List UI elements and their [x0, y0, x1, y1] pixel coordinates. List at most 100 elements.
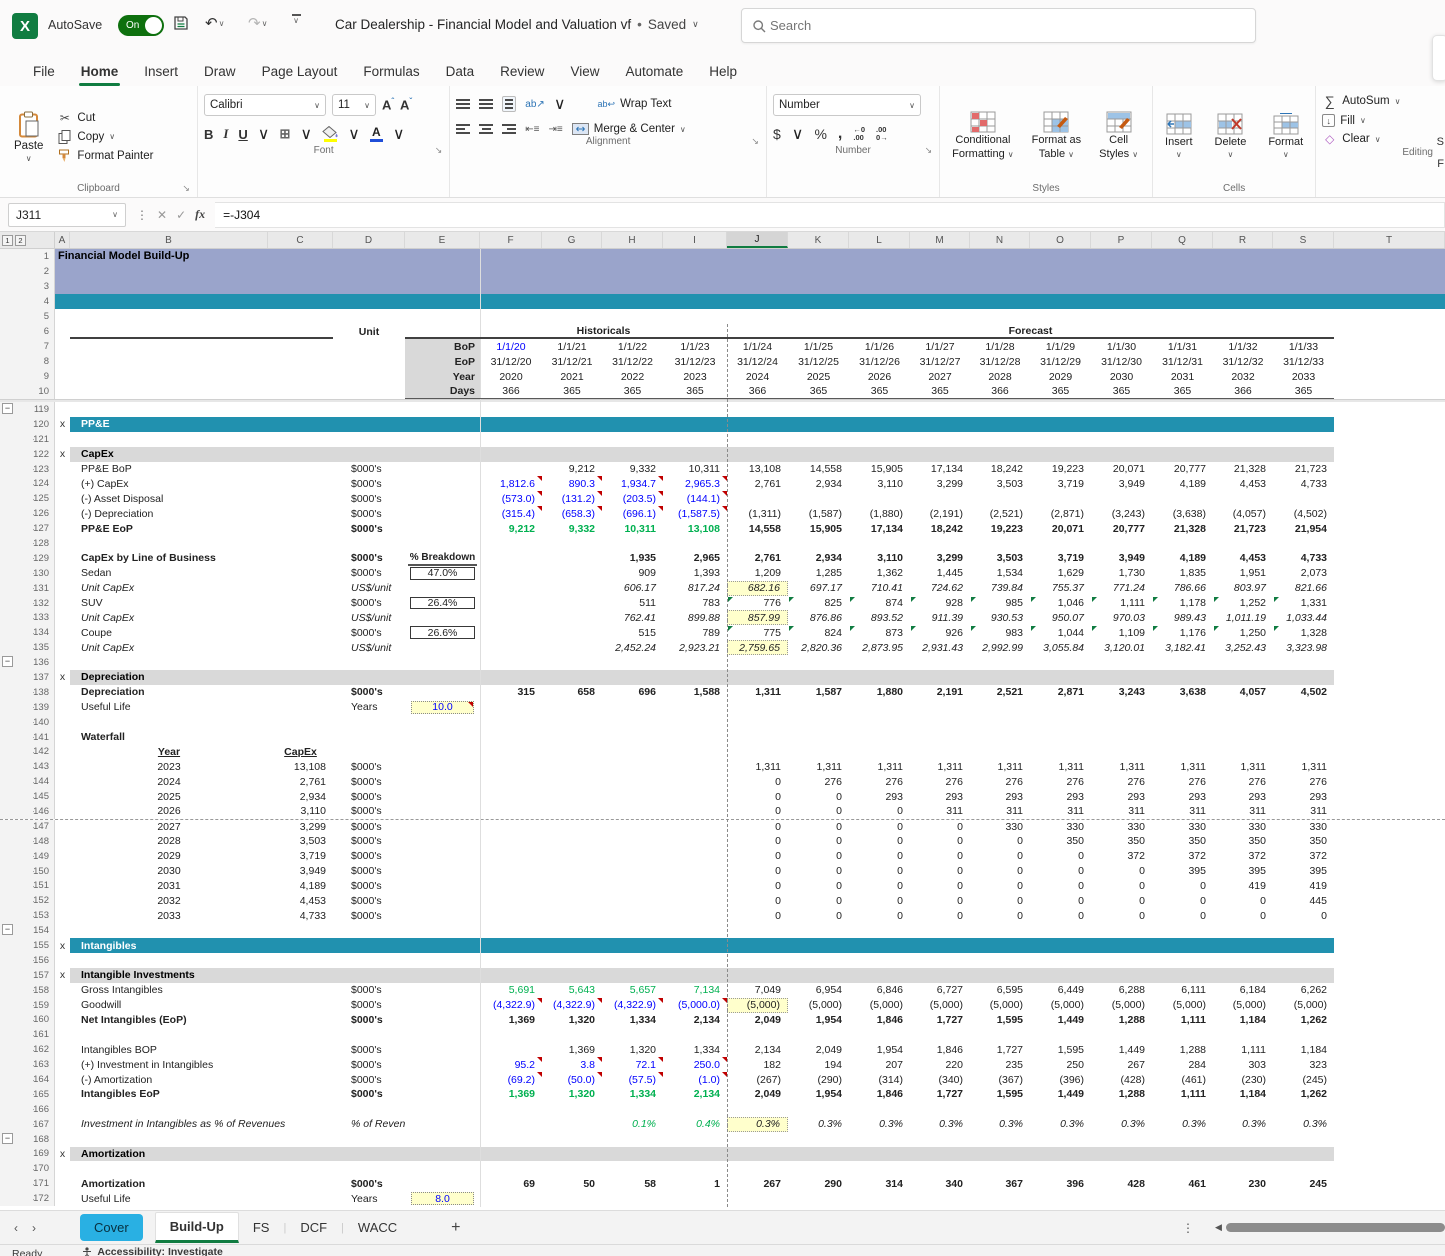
cell-O129[interactable]: 3,719 [1030, 551, 1091, 566]
cell-Q143[interactable]: 1,311 [1152, 759, 1213, 774]
unit-column-header[interactable]: Unit [333, 324, 405, 339]
cell-H129[interactable]: 1,935 [602, 551, 663, 566]
cell-P171[interactable]: 428 [1091, 1176, 1152, 1191]
column-header-J[interactable]: J [727, 232, 788, 248]
row-header-156[interactable]: ·156 [0, 953, 55, 968]
cell-K160[interactable]: 1,954 [788, 1013, 849, 1028]
cell-M130[interactable]: 1,445 [910, 566, 970, 581]
cell-K153[interactable]: 0 [788, 908, 849, 923]
cell-R126[interactable]: (4,057) [1213, 506, 1273, 521]
section-band-120[interactable]: PP&E [70, 417, 1334, 432]
column-header-K[interactable]: K [788, 232, 849, 248]
cell-E129[interactable]: % Breakdown [408, 551, 477, 566]
cell-D131[interactable]: US$/unit [333, 581, 405, 596]
cell-I123[interactable]: 10,311 [663, 462, 727, 477]
format-as-table-button[interactable]: Format as Table ∨ [1026, 111, 1088, 162]
cell-M158[interactable]: 6,727 [910, 983, 970, 998]
row-header-131[interactable]: ·131 [0, 581, 55, 596]
cell-K163[interactable]: 194 [788, 1057, 849, 1072]
cell-I162[interactable]: 1,334 [663, 1042, 727, 1057]
cell-M9[interactable]: 2027 [910, 369, 970, 384]
column-header-H[interactable]: H [602, 232, 663, 248]
comma-format-button[interactable]: , [838, 125, 842, 143]
cell-B143[interactable]: 2023 [70, 759, 268, 774]
column-header-O[interactable]: O [1030, 232, 1091, 248]
section-band-137[interactable]: Depreciation [70, 670, 1334, 685]
cell-J132[interactable]: 776 [727, 596, 788, 611]
row-header-123[interactable]: ·123 [0, 462, 55, 477]
cell-Q148[interactable]: 350 [1152, 834, 1213, 849]
cell-K146[interactable]: 0 [788, 804, 849, 819]
cell-N133[interactable]: 930.53 [970, 610, 1030, 625]
cell-M144[interactable]: 276 [910, 774, 970, 789]
cell-M133[interactable]: 911.39 [910, 610, 970, 625]
cell-O165[interactable]: 1,449 [1030, 1087, 1091, 1102]
cell-D159[interactable]: $000's [333, 998, 405, 1013]
row-header-2[interactable]: 2 [0, 264, 55, 279]
cell-F127[interactable]: 9,212 [480, 521, 542, 536]
cell-K148[interactable]: 0 [788, 834, 849, 849]
column-header-F[interactable]: F [480, 232, 542, 248]
title-band[interactable]: Financial Model Build-Up [55, 249, 1445, 264]
cell-S126[interactable]: (4,502) [1273, 506, 1334, 521]
cell-D165[interactable]: $000's [333, 1087, 405, 1102]
cell-O145[interactable]: 293 [1030, 789, 1091, 804]
tab-file[interactable]: File [20, 57, 68, 86]
cell-C150[interactable]: 3,949 [268, 864, 333, 879]
row-header-147[interactable]: ·147 [0, 820, 55, 834]
row-header-127[interactable]: ·127 [0, 521, 55, 536]
cell-J151[interactable]: 0 [727, 879, 788, 894]
row-header-137[interactable]: 137 [0, 670, 55, 685]
increase-font-size-button[interactable]: Aˆ [382, 97, 394, 112]
cell-F9[interactable]: 2020 [480, 369, 542, 384]
cell-I133[interactable]: 899.88 [663, 610, 727, 625]
cell-K9[interactable]: 2025 [788, 369, 849, 384]
cell-M131[interactable]: 724.62 [910, 581, 970, 596]
row-header-146[interactable]: ·146 [0, 804, 55, 819]
cell-D144[interactable]: $000's [333, 774, 405, 789]
row-header-133[interactable]: ·133 [0, 610, 55, 625]
cell-P159[interactable]: (5,000) [1091, 998, 1152, 1013]
cell-D145[interactable]: $000's [333, 789, 405, 804]
cell-G126[interactable]: (658.3) [542, 506, 602, 521]
cell-B141[interactable]: Waterfall [70, 730, 333, 745]
cell-N9[interactable]: 2028 [970, 369, 1030, 384]
cell-J171[interactable]: 267 [727, 1176, 788, 1191]
column-header-A[interactable]: A [55, 232, 70, 248]
cell-K135[interactable]: 2,820.36 [788, 640, 849, 655]
cell-C151[interactable]: 4,189 [268, 879, 333, 894]
cell-D160[interactable]: $000's [333, 1013, 405, 1028]
cell-M126[interactable]: (2,191) [910, 506, 970, 521]
tab-page-layout[interactable]: Page Layout [249, 57, 351, 86]
orientation-icon[interactable]: ab↗ [525, 99, 545, 110]
cell-Q7[interactable]: 1/1/31 [1152, 339, 1213, 354]
cell-F158[interactable]: 5,691 [480, 983, 542, 998]
cell-F171[interactable]: 69 [480, 1176, 542, 1191]
cell-B150[interactable]: 2030 [70, 864, 268, 879]
spreadsheet-grid[interactable]: 12ABCDEFGHIJKLMNOPQRST1Financial Model B… [0, 232, 1445, 1210]
row-header-139[interactable]: ·139 [0, 700, 55, 715]
cell-L9[interactable]: 2026 [849, 369, 910, 384]
cell-O152[interactable]: 0 [1030, 893, 1091, 908]
enter-formula-icon[interactable]: ✓ [176, 208, 186, 222]
cell-B139[interactable]: Useful Life [70, 700, 333, 715]
cell-I10[interactable]: 365 [663, 384, 727, 399]
cell-K147[interactable]: 0 [788, 820, 849, 834]
cell-N167[interactable]: 0.3% [970, 1117, 1030, 1132]
cell-G158[interactable]: 5,643 [542, 983, 602, 998]
cell-B134[interactable]: Coupe [70, 625, 333, 640]
cell-O132[interactable]: 1,046 [1030, 596, 1091, 611]
cell-L152[interactable]: 0 [849, 893, 910, 908]
cell-L138[interactable]: 1,880 [849, 685, 910, 700]
timeline-label-bop[interactable]: BoP [405, 339, 480, 354]
cell-H130[interactable]: 909 [602, 566, 663, 581]
row-header-161[interactable]: ·161 [0, 1027, 55, 1042]
cell-H123[interactable]: 9,332 [602, 462, 663, 477]
cell-G123[interactable]: 9,212 [542, 462, 602, 477]
cell-N143[interactable]: 1,311 [970, 759, 1030, 774]
undo-button[interactable]: ↶∨ [205, 14, 224, 32]
cell-S163[interactable]: 323 [1273, 1057, 1334, 1072]
cell-P124[interactable]: 3,949 [1091, 476, 1152, 491]
cell-H158[interactable]: 5,657 [602, 983, 663, 998]
cell-R153[interactable]: 0 [1213, 908, 1273, 923]
